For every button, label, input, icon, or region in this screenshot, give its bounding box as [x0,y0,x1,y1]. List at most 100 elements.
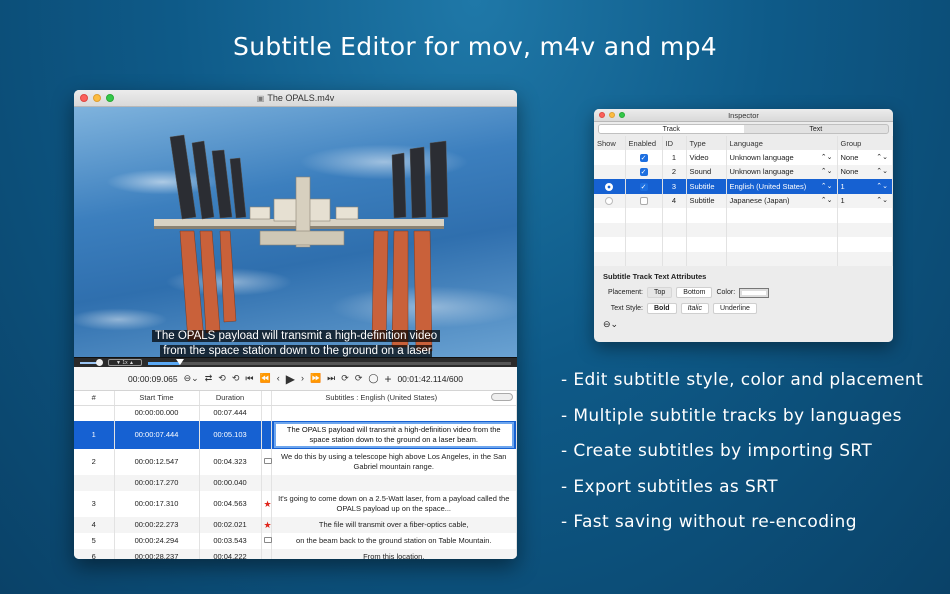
placement-bottom-button[interactable]: Bottom [676,287,713,298]
table-row[interactable]: 5 00:00:24.294 00:03.543 on the beam back t… [74,533,517,549]
inspector-close-button[interactable] [599,112,605,118]
row-start-time: 00:00:28.237 [114,549,200,559]
col-language[interactable]: Language [726,136,838,150]
close-button[interactable] [80,94,88,102]
table-row[interactable]: 00:00:17.270 00:00.040 [74,475,517,491]
tab-text[interactable]: Text [744,125,889,133]
track-row[interactable]: 4 Subtitle Japanese (Japan) ⌃⌄ 1 ⌃⌄ [594,193,893,208]
playback-rate: 1x [122,360,128,366]
track-group[interactable]: None ⌃⌄ [837,150,893,165]
track-row[interactable]: ✓ 3 Subtitle English (United States) ⌃⌄ 1 ⌃⌄ [594,179,893,194]
progress-track[interactable] [148,359,511,365]
row-text[interactable]: The file will transmit over a fiber-opti… [271,517,517,533]
zoom-button[interactable] [106,94,114,102]
language-stepper-icon[interactable]: ⌃⌄ [821,167,833,175]
table-row[interactable]: 1 00:00:07.444 00:05.103 The OPALS payload … [74,421,517,449]
table-row[interactable]: 2 00:00:12.547 00:04.323 We do this by usin… [74,449,517,475]
show-radio[interactable] [605,182,614,191]
track-enabled-cell [625,193,663,208]
track-group[interactable]: 1 ⌃⌄ [837,193,893,208]
row-duration: 00:00.040 [199,475,262,491]
row-text[interactable] [271,405,517,421]
fast-forward-icon[interactable]: ⏩ [310,374,321,383]
volume-knob[interactable] [96,359,103,366]
go-start-icon[interactable]: ⏮ [245,374,253,383]
color-well[interactable] [739,287,770,298]
enabled-checkbox[interactable]: ✓ [639,182,648,191]
track-group[interactable]: None ⌃⌄ [837,164,893,179]
track-row[interactable]: ✓ 2 Sound Unknown language ⌃⌄ None ⌃⌄ [594,164,893,179]
empty-cell [625,237,663,252]
enabled-checkbox[interactable]: ✓ [639,168,648,177]
loop-icon[interactable]: ⇄ [205,374,213,383]
minimize-button[interactable] [93,94,101,102]
col-show[interactable]: Show [594,136,626,150]
back-30-icon[interactable]: ⟲ [218,374,226,383]
row-text[interactable]: From this location, [271,549,517,559]
table-row[interactable]: 00:00:00.000 00:07.444 [74,405,517,421]
inspector-zoom-button[interactable] [619,112,625,118]
track-language[interactable]: English (United States) ⌃⌄ [726,179,838,194]
star-icon[interactable]: ★ [264,499,272,509]
row-text[interactable] [271,475,517,491]
group-stepper-icon[interactable]: ⌃⌄ [876,196,888,204]
col-subtitles[interactable]: Subtitles : English (United States) [271,391,517,406]
enabled-checkbox[interactable]: ✓ [639,153,648,162]
col-group[interactable]: Group [837,136,893,150]
inspector-minimize-button[interactable] [609,112,615,118]
language-stepper-icon[interactable]: ⌃⌄ [821,196,833,204]
zoom-minus-icon[interactable]: ⊖⌄ [184,374,199,383]
col-id[interactable]: ID [662,136,687,150]
col-start-time[interactable]: Start Time [114,391,200,406]
track-language[interactable]: Japanese (Japan) ⌃⌄ [726,193,838,208]
language-stepper-icon[interactable]: ⌃⌄ [821,153,833,161]
row-text[interactable]: It's going to come down on a 2.5-Watt la… [271,491,517,517]
subtitle-table: # Start Time Duration Subtitles : Englis… [74,391,517,559]
add-subtitle-icon[interactable]: + [384,373,391,385]
col-enabled[interactable]: Enabled [625,136,663,150]
table-row[interactable]: 6 00:00:28.237 00:04.222 From this location… [74,549,517,559]
table-row[interactable]: 3 00:00:17.310 00:04.563 ★ It's going to com… [74,491,517,517]
track-group[interactable]: 1 ⌃⌄ [837,179,893,194]
comment-icon[interactable]: ◯ [368,374,378,383]
placement-top-button[interactable]: Top [647,287,673,298]
track-language[interactable]: Unknown language ⌃⌄ [726,164,838,179]
group-stepper-icon[interactable]: ⌃⌄ [876,182,888,190]
tab-track[interactable]: Track [599,125,744,133]
show-radio[interactable] [605,197,614,206]
track-language[interactable]: Unknown language ⌃⌄ [726,150,838,165]
col-duration[interactable]: Duration [199,391,262,406]
col-type[interactable]: Type [686,136,727,150]
note-icon[interactable] [263,537,272,543]
track-show-cell [594,179,626,194]
star-icon[interactable]: ★ [264,520,272,530]
table-row[interactable]: 4 00:00:22.273 00:02.021 ★ The file will tra… [74,517,517,533]
group-stepper-icon[interactable]: ⌃⌄ [876,153,888,161]
go-end-icon[interactable]: ⏭ [327,374,335,383]
track-row[interactable]: ✓ 1 Video Unknown language ⌃⌄ None ⌃⌄ [594,150,893,165]
row-text[interactable]: The OPALS payload will transmit a high-d… [271,421,517,449]
column-toggle[interactable] [491,393,513,402]
enabled-checkbox[interactable] [639,197,648,206]
note-icon[interactable] [263,458,272,464]
group-stepper-icon[interactable]: ⌃⌄ [876,167,888,175]
forward-30-icon[interactable]: ⟳ [355,374,363,383]
play-icon[interactable]: ▶ [286,373,295,385]
col-number[interactable]: # [74,391,115,406]
underline-button[interactable]: Underline [712,303,757,314]
rewind-icon[interactable]: ⏪ [259,374,270,383]
italic-button[interactable]: Italic [680,303,709,314]
bold-button[interactable]: Bold [647,303,677,314]
step-back-icon[interactable]: ‹ [277,374,280,383]
gear-icon[interactable]: ⊖⌄ [603,319,884,330]
forward-5-icon[interactable]: ⟳ [341,374,349,383]
language-stepper-icon[interactable]: ⌃⌄ [821,182,833,190]
subtitle-edit-field[interactable]: The OPALS payload will transmit a high-d… [273,422,514,448]
row-text[interactable]: We do this by using a telescope high abo… [271,449,517,475]
step-forward-icon[interactable]: › [301,374,304,383]
video-player[interactable]: The OPALS payload will transmit a high-d… [74,107,517,357]
row-text[interactable]: on the beam back to the ground station o… [271,533,517,549]
playback-rate-control[interactable]: ▼ 1x ▲ [108,359,142,366]
playhead[interactable] [175,359,184,365]
back-5-icon[interactable]: ⟲ [232,374,240,383]
